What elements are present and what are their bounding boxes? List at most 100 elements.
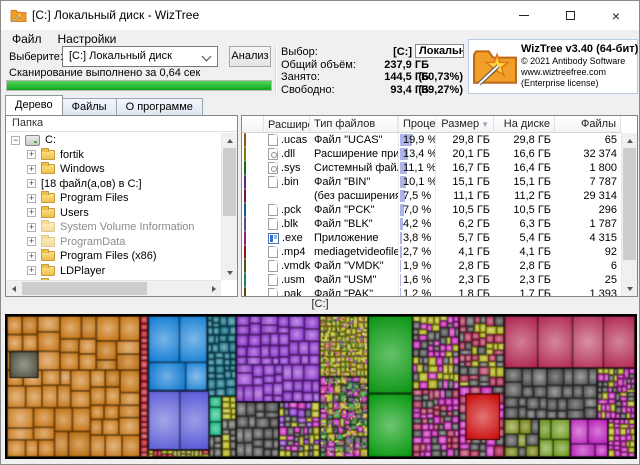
percent-value: 7,0 %: [403, 203, 431, 217]
column-header-label: Процент: [403, 118, 436, 130]
tree-column-header[interactable]: Папка: [6, 116, 237, 132]
expand-toggle[interactable]: +: [27, 150, 36, 159]
table-row[interactable]: .pckФайл "PCK"7,0 %10,5 ГБ10,5 ГБ296: [242, 203, 621, 217]
tab-1[interactable]: Файлы: [62, 98, 117, 115]
percent-cell: 1,6 %: [398, 273, 436, 287]
file-type-cell: Файл "PAK": [310, 287, 398, 296]
stat-value: [C:]: [393, 46, 412, 58]
extension-cell: [264, 189, 310, 203]
expand-toggle[interactable]: −: [11, 136, 20, 145]
titlebar[interactable]: [C:] Локальный диск - WizTree ×: [1, 1, 639, 30]
minimize-button[interactable]: [501, 1, 547, 30]
column-header-disk[interactable]: На диске: [494, 116, 555, 132]
tree-item-label: ProgramData: [60, 236, 125, 248]
scroll-thumb[interactable]: [623, 148, 636, 260]
expand-toggle[interactable]: +: [27, 237, 36, 246]
files-cell: 1 393: [555, 287, 621, 296]
treemap-canvas[interactable]: [7, 316, 635, 457]
percent-value: 11,1 %: [403, 161, 431, 175]
tree-item[interactable]: +System Volume Information: [6, 220, 221, 235]
table-vertical-scrollbar[interactable]: [621, 133, 637, 296]
sort-desc-icon: ▼: [481, 120, 489, 129]
scroll-thumb[interactable]: [223, 148, 236, 216]
table-row[interactable]: .ucasФайл "UCAS"19,9 %29,8 ГБ29,8 ГБ65: [242, 133, 621, 147]
table-row[interactable]: .mp4mediagetvideofile2,7 %4,1 ГБ4,1 ГБ92: [242, 245, 621, 259]
tree-item-label: fortik: [60, 149, 84, 161]
scroll-down-button[interactable]: [622, 281, 638, 296]
volume-name-box: Локальны: [415, 44, 464, 58]
scroll-right-button[interactable]: [206, 281, 221, 297]
table-row[interactable]: .dllРасширение приложения13,4 %20,1 ГБ16…: [242, 147, 621, 161]
extension-cell: .mp4: [264, 245, 310, 259]
expand-toggle[interactable]: +: [27, 165, 36, 174]
column-header-pct[interactable]: Процент: [398, 116, 436, 132]
table-row[interactable]: .usmФайл "USM"1,6 %2,3 ГБ2,3 ГБ25: [242, 273, 621, 287]
tree-item[interactable]: +Program Files (x86): [6, 249, 221, 264]
files-cell: 6: [555, 259, 621, 273]
table-row[interactable]: .exeПриложение3,8 %5,7 ГБ5,4 ГБ4 315: [242, 231, 621, 245]
scroll-down-button[interactable]: [222, 265, 238, 280]
column-header-size[interactable]: Размер▼: [436, 116, 494, 132]
tree-item[interactable]: + fortik: [6, 148, 221, 163]
scroll-left-button[interactable]: [6, 281, 21, 297]
tree-item[interactable]: +Program Files: [6, 191, 221, 206]
menu-item-1[interactable]: Настройки: [50, 31, 125, 47]
license-label: (Enterprise license): [521, 78, 635, 88]
column-header-ext[interactable]: Расшире...: [264, 116, 310, 132]
tree-item-label: C:: [45, 134, 56, 146]
tree-item[interactable]: − C:: [6, 133, 221, 148]
file-icon: [268, 218, 278, 230]
analyze-button[interactable]: Анализ: [229, 46, 271, 67]
column-header-sw[interactable]: [242, 116, 264, 132]
tree-item[interactable]: +LDPlayer: [6, 264, 221, 279]
tree-item[interactable]: + ProgramData: [6, 235, 221, 250]
table-row[interactable]: .binФайл "BIN"10,1 %15,1 ГБ15,1 ГБ7 787: [242, 175, 621, 189]
expand-toggle[interactable]: +: [27, 252, 36, 261]
maximize-button[interactable]: [547, 1, 593, 30]
file-type-cell: (без расширения): [310, 189, 398, 203]
menu-item-0[interactable]: Файл: [4, 31, 50, 47]
expand-toggle[interactable]: +: [27, 266, 36, 275]
column-header-files[interactable]: Файлы: [555, 116, 621, 132]
table-row[interactable]: .sysСистемный файл11,1 %16,7 ГБ16,4 ГБ1 …: [242, 161, 621, 175]
expand-toggle[interactable]: +: [27, 179, 36, 188]
file-type-cell: Файл "BIN": [310, 175, 398, 189]
website-link[interactable]: www.wiztreefree.com: [521, 67, 635, 77]
expand-toggle[interactable]: +: [27, 194, 36, 203]
tree-horizontal-scrollbar[interactable]: [6, 280, 221, 296]
app-version: WizTree v3.40 (64-бит): [521, 43, 635, 55]
scroll-up-button[interactable]: [622, 133, 638, 148]
tree-item[interactable]: +Users: [6, 206, 221, 221]
column-header-type[interactable]: Тип файлов: [310, 116, 398, 132]
table-row[interactable]: .pakФайл "PAK"1,2 %1,8 ГБ1,7 ГБ1 393: [242, 287, 621, 296]
tab-0[interactable]: Дерево: [5, 95, 63, 115]
expand-toggle[interactable]: +: [27, 208, 36, 217]
file-type-cell: Файл "VMDK": [310, 259, 398, 273]
tab-strip: ДеревоФайлыО программе: [5, 95, 202, 115]
tab-2[interactable]: О программе: [116, 98, 203, 115]
swatch-cell: [242, 231, 264, 245]
table-row[interactable]: .blkФайл "BLK"4,2 %6,2 ГБ6,3 ГБ1 787: [242, 217, 621, 231]
file-type-cell: mediagetvideofile: [310, 245, 398, 259]
scroll-thumb[interactable]: [22, 282, 147, 295]
swatch-cell: [242, 287, 264, 296]
drive-combobox[interactable]: [C:] Локальный диск: [62, 46, 218, 67]
tree-item[interactable]: +Windows: [6, 162, 221, 177]
extension-label: .bin: [281, 175, 299, 189]
swatch-cell: [242, 273, 264, 287]
table-row[interactable]: .vmdkФайл "VMDK"1,9 %2,8 ГБ2,8 ГБ6: [242, 259, 621, 273]
arrow-down-icon: [627, 287, 633, 291]
tree-item[interactable]: +[18 файл(а,ов) в C:]: [6, 177, 221, 192]
folder-icon: [41, 208, 55, 218]
file-gear-icon: [268, 148, 278, 160]
window-title: [C:] Локальный диск - WizTree: [32, 8, 199, 22]
size-cell: 16,7 ГБ: [436, 161, 494, 175]
close-button[interactable]: ×: [593, 1, 639, 30]
scroll-up-button[interactable]: [222, 133, 238, 148]
expand-toggle[interactable]: +: [27, 223, 36, 232]
progress-fill: [7, 81, 271, 90]
treemap[interactable]: [5, 314, 637, 459]
table-row[interactable]: (без расширения)7,5 %11,1 ГБ11,2 ГБ29 31…: [242, 189, 621, 203]
column-header-label: На диске: [504, 118, 550, 130]
tree-vertical-scrollbar[interactable]: [221, 133, 237, 280]
